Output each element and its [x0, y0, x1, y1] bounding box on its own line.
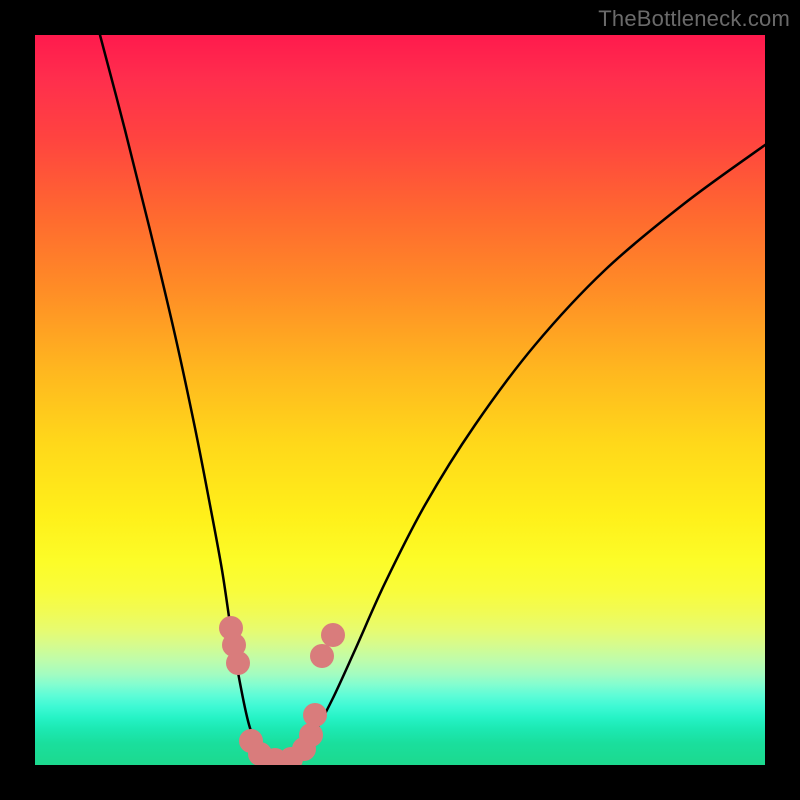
marker-dot	[299, 723, 323, 747]
right-curve	[280, 145, 765, 765]
chart-svg	[35, 35, 765, 765]
marker-dot	[303, 703, 327, 727]
plot-area	[35, 35, 765, 765]
left-curve	[100, 35, 280, 765]
watermark-text: TheBottleneck.com	[598, 6, 790, 32]
marker-dot	[226, 651, 250, 675]
marker-dots	[219, 616, 345, 765]
marker-dot	[321, 623, 345, 647]
marker-dot	[310, 644, 334, 668]
